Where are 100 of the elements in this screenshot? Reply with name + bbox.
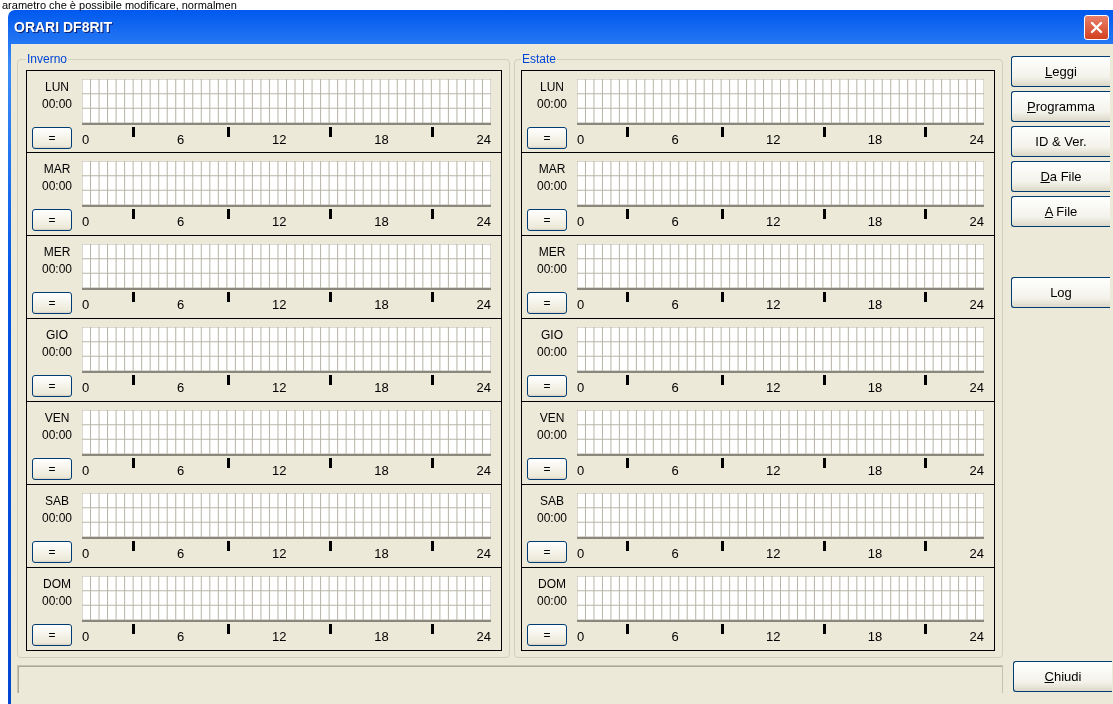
- scale-label: 18: [867, 296, 883, 314]
- schedule-grid[interactable]: [577, 161, 984, 207]
- tick-mark: [822, 127, 826, 137]
- scale-label: 24: [476, 462, 491, 480]
- copy-button[interactable]: =: [32, 458, 72, 480]
- scale-label: 12: [766, 628, 781, 646]
- time-label: 00:00: [42, 510, 72, 527]
- time-label: 00:00: [42, 427, 72, 444]
- tick-mark: [226, 127, 230, 137]
- scale-label: 6: [671, 462, 679, 480]
- tick-mark: [924, 209, 928, 219]
- tick-mark: [822, 292, 826, 302]
- scale-label: 12: [766, 379, 781, 397]
- copy-button[interactable]: =: [32, 209, 72, 231]
- close-button[interactable]: Chiudi: [1013, 661, 1112, 692]
- schedule-grid[interactable]: [82, 79, 491, 125]
- day-label: GIO: [541, 327, 563, 344]
- tick-mark: [720, 541, 724, 551]
- copy-button[interactable]: =: [527, 624, 567, 646]
- scale-label: 6: [671, 213, 679, 231]
- scale-label: 24: [969, 628, 984, 646]
- tick-mark: [431, 541, 435, 551]
- tick-mark: [328, 541, 332, 551]
- tick-mark: [626, 292, 630, 302]
- action-button[interactable]: A File: [1011, 196, 1110, 227]
- tick-mark: [328, 292, 332, 302]
- tick-mark: [822, 541, 826, 551]
- tick-mark: [328, 127, 332, 137]
- scale-label: 24: [476, 296, 491, 314]
- scale-label: 24: [969, 131, 984, 149]
- scale-label: 6: [177, 545, 185, 563]
- tick-mark: [328, 458, 332, 468]
- schedule-grid[interactable]: [577, 244, 984, 290]
- schedule-grid[interactable]: [577, 410, 984, 456]
- tick-mark: [226, 292, 230, 302]
- scale-label: 6: [177, 379, 185, 397]
- schedule-grid[interactable]: [82, 410, 491, 456]
- action-button[interactable]: Log: [1011, 277, 1110, 308]
- tick-mark: [720, 624, 724, 634]
- scale-label: 12: [766, 545, 781, 563]
- group-title: Estate: [521, 52, 558, 66]
- scale-label: 0: [577, 462, 585, 480]
- tick-mark: [131, 458, 135, 468]
- day-label: DOM: [538, 576, 566, 593]
- schedule-grid[interactable]: [82, 576, 491, 622]
- copy-button[interactable]: =: [527, 127, 567, 149]
- tick-mark: [431, 624, 435, 634]
- scale-label: 24: [969, 545, 984, 563]
- scale-label: 12: [766, 296, 781, 314]
- copy-button[interactable]: =: [527, 541, 567, 563]
- schedule-grid[interactable]: [82, 161, 491, 207]
- scale-label: 18: [867, 379, 883, 397]
- copy-button[interactable]: =: [527, 458, 567, 480]
- copy-button[interactable]: =: [32, 127, 72, 149]
- tick-mark: [822, 209, 826, 219]
- schedule-grid[interactable]: [82, 493, 491, 539]
- copy-button[interactable]: =: [32, 375, 72, 397]
- tick-mark: [822, 375, 826, 385]
- tick-mark: [924, 292, 928, 302]
- schedule-grid[interactable]: [577, 493, 984, 539]
- copy-button[interactable]: =: [32, 624, 72, 646]
- time-label: 00:00: [42, 261, 72, 278]
- copy-button[interactable]: =: [527, 375, 567, 397]
- scale-label: 18: [867, 213, 883, 231]
- scale-label: 12: [272, 545, 287, 563]
- tick-mark: [131, 375, 135, 385]
- scale-label: 18: [867, 131, 883, 149]
- copy-button[interactable]: =: [527, 209, 567, 231]
- copy-button[interactable]: =: [32, 541, 72, 563]
- scale-label: 6: [671, 379, 679, 397]
- tick-mark: [720, 209, 724, 219]
- copy-button[interactable]: =: [527, 292, 567, 314]
- scale-label: 0: [577, 379, 585, 397]
- schedule-grid[interactable]: [577, 327, 984, 373]
- tick-mark: [720, 127, 724, 137]
- schedule-grid[interactable]: [577, 79, 984, 125]
- scale-label: 0: [82, 213, 90, 231]
- action-button[interactable]: Leggi: [1011, 56, 1110, 87]
- copy-button[interactable]: =: [32, 292, 72, 314]
- scale-label: 18: [867, 462, 883, 480]
- time-label: 00:00: [42, 96, 72, 113]
- scale-label: 12: [272, 131, 287, 149]
- day-label: MAR: [538, 161, 566, 178]
- time-label: 00:00: [537, 427, 567, 444]
- time-label: 00:00: [42, 178, 72, 195]
- close-icon[interactable]: [1084, 14, 1109, 40]
- action-button[interactable]: Programma: [1011, 91, 1110, 122]
- scale-label: 24: [969, 462, 984, 480]
- tick-mark: [924, 541, 928, 551]
- schedule-grid[interactable]: [577, 576, 984, 622]
- scale-label: 24: [476, 131, 491, 149]
- tick-mark: [626, 458, 630, 468]
- scale-label: 0: [82, 462, 90, 480]
- schedule-grid[interactable]: [82, 244, 491, 290]
- time-label: 00:00: [537, 344, 567, 361]
- tick-mark: [924, 458, 928, 468]
- action-button[interactable]: Da File: [1011, 161, 1110, 192]
- scale-label: 12: [272, 628, 287, 646]
- schedule-grid[interactable]: [82, 327, 491, 373]
- action-button[interactable]: ID & Ver.: [1011, 126, 1110, 157]
